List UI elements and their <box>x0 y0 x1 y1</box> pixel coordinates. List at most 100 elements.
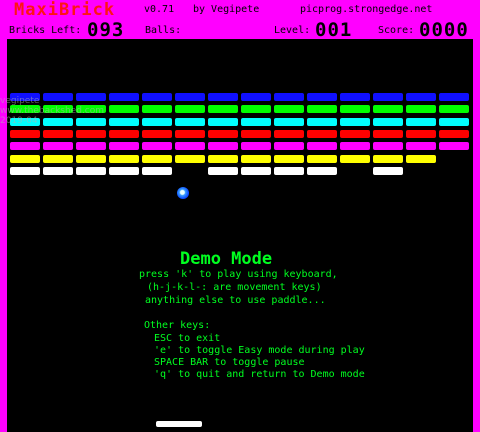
demo-line-keyboard: press 'k' to play using keyboard, <box>139 269 338 280</box>
brick <box>175 130 205 138</box>
brick <box>274 105 304 113</box>
brick <box>109 93 139 101</box>
brick <box>340 142 370 150</box>
site-label: picprog.strongedge.net <box>300 4 433 15</box>
demo-line-paddle: anything else to use paddle... <box>145 295 326 306</box>
brick <box>10 130 40 138</box>
brick <box>175 105 205 113</box>
brick <box>10 142 40 150</box>
brick <box>406 130 436 138</box>
watermark-line-3: 2019-04 <box>0 116 38 126</box>
brick <box>175 142 205 150</box>
version-label: v0.71 <box>144 4 175 15</box>
brick <box>274 155 304 163</box>
brick <box>439 93 469 101</box>
brick <box>43 167 73 175</box>
brick <box>142 105 172 113</box>
brick <box>109 142 139 150</box>
brick <box>307 130 337 138</box>
brick <box>208 167 238 175</box>
brick <box>208 93 238 101</box>
brick <box>274 167 304 175</box>
demo-line-movement-keys: (h-j-k-l-: are movement keys) <box>147 282 322 293</box>
key-help-quit: 'q' to quit and return to Demo mode <box>154 369 365 380</box>
brick <box>340 105 370 113</box>
brick <box>109 167 139 175</box>
brick <box>373 105 403 113</box>
brick <box>439 142 469 150</box>
brick <box>142 142 172 150</box>
brick <box>340 118 370 126</box>
brick <box>43 142 73 150</box>
brick <box>10 155 40 163</box>
brick <box>43 155 73 163</box>
author-label: by Vegipete <box>193 4 260 15</box>
brick <box>439 118 469 126</box>
brick <box>142 118 172 126</box>
score-value: 0000 <box>419 19 469 41</box>
brick <box>406 105 436 113</box>
brick <box>241 142 271 150</box>
status-bar: Bricks Left: 093 Balls: Level: 001 Score… <box>0 19 480 41</box>
brick <box>373 142 403 150</box>
bricks-left-label: Bricks Left: <box>9 25 82 36</box>
brick <box>208 118 238 126</box>
brick <box>76 142 106 150</box>
brick <box>373 130 403 138</box>
brick <box>142 130 172 138</box>
key-help-pause: SPACE BAR to toggle pause <box>154 357 305 368</box>
level-value: 001 <box>315 19 353 41</box>
brick <box>175 93 205 101</box>
paddle[interactable] <box>156 421 202 427</box>
brick <box>109 130 139 138</box>
level-label: Level: <box>274 25 311 36</box>
brick <box>406 93 436 101</box>
bricks-left-value: 093 <box>87 19 125 41</box>
brick <box>142 93 172 101</box>
brick <box>274 130 304 138</box>
key-help-easy: 'e' to toggle Easy mode during play <box>154 345 365 356</box>
brick <box>307 93 337 101</box>
brick <box>373 167 403 175</box>
brick <box>307 142 337 150</box>
watermark-line-2: www.thebackshed.com <box>0 106 105 116</box>
brick <box>241 130 271 138</box>
brick <box>340 155 370 163</box>
brick <box>274 93 304 101</box>
brick <box>208 155 238 163</box>
brick <box>175 155 205 163</box>
brick <box>307 155 337 163</box>
title-bar: MaxiBrick v0.71 by Vegipete picprog.stro… <box>0 0 480 20</box>
brick <box>406 118 436 126</box>
brick <box>406 142 436 150</box>
score-label: Score: <box>378 25 415 36</box>
other-keys-heading: Other keys: <box>144 320 211 331</box>
brick <box>10 167 40 175</box>
brick <box>76 130 106 138</box>
brick <box>373 93 403 101</box>
balls-label: Balls: <box>145 25 182 36</box>
brick <box>307 118 337 126</box>
brick <box>109 118 139 126</box>
brick <box>241 105 271 113</box>
brick <box>373 155 403 163</box>
brick <box>307 167 337 175</box>
brick <box>208 130 238 138</box>
brick <box>340 93 370 101</box>
brick <box>406 155 436 163</box>
watermark: vegipete www.thebackshed.com 2019-04 <box>0 96 104 126</box>
brick <box>109 105 139 113</box>
brick <box>241 118 271 126</box>
brick <box>439 130 469 138</box>
brick <box>208 142 238 150</box>
brick <box>439 105 469 113</box>
brick <box>208 105 238 113</box>
brick <box>274 118 304 126</box>
demo-mode-title: Demo Mode <box>180 249 273 269</box>
game-title: MaxiBrick <box>14 0 116 20</box>
brick <box>241 155 271 163</box>
brick <box>142 167 172 175</box>
ball <box>177 187 189 199</box>
key-help-esc: ESC to exit <box>154 333 221 344</box>
brick <box>43 130 73 138</box>
